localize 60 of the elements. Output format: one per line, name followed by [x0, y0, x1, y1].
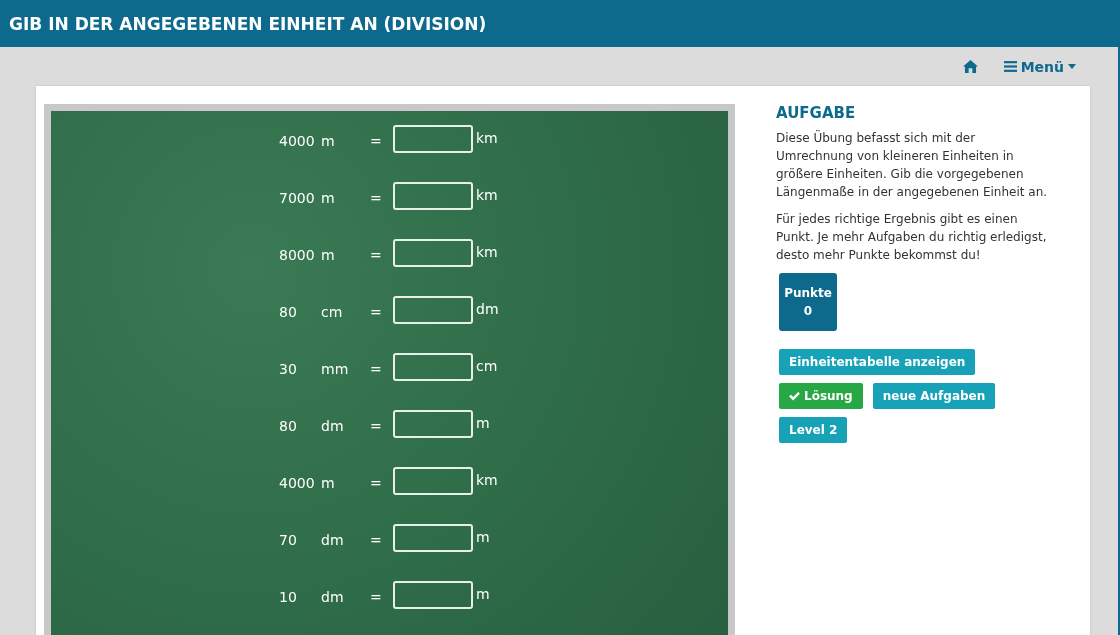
score-value: 0: [803, 304, 813, 318]
number-value: 80: [279, 417, 298, 434]
target-unit-label: km: [476, 186, 498, 203]
unit-label: m: [321, 189, 336, 206]
answer-field[interactable]: [393, 239, 473, 267]
number-value: 4000: [279, 132, 316, 149]
equals-sign: =: [370, 132, 383, 149]
equals-sign: =: [370, 474, 383, 491]
answer-field[interactable]: [393, 524, 473, 552]
page-title: GIB IN DER ANGEGEBENEN EINHEIT AN (DIVISION): [9, 13, 487, 34]
answer-field[interactable]: [393, 581, 473, 609]
equals-sign: =: [370, 588, 383, 605]
action-button[interactable]: neue Aufgaben: [872, 383, 996, 409]
task-heading: AUFGABE: [776, 104, 857, 122]
equals-sign: =: [370, 360, 383, 377]
number-value: 70: [279, 531, 298, 548]
number-value: 8000: [279, 246, 316, 263]
answer-field[interactable]: [393, 125, 473, 153]
number-value: 10: [279, 588, 298, 605]
unit-label: dm: [321, 588, 345, 605]
target-unit-label: km: [476, 471, 498, 488]
equals-sign: =: [370, 246, 383, 263]
target-unit-label: m: [476, 414, 490, 431]
action-button[interactable]: Lösung: [779, 383, 863, 409]
number-value: 30: [279, 360, 298, 377]
target-unit-label: cm: [476, 357, 498, 374]
equals-sign: =: [370, 189, 383, 206]
target-unit-label: m: [476, 528, 490, 545]
action-button[interactable]: Einheitentabelle anzeigen: [779, 349, 976, 375]
unit-label: mm: [321, 360, 350, 377]
menu-icon: [1003, 61, 1017, 72]
score-label: Punkte: [784, 286, 832, 300]
caret-icon: [1068, 64, 1076, 69]
equals-sign: =: [370, 303, 383, 320]
unit-label: m: [321, 246, 336, 263]
target-unit-label: km: [476, 243, 498, 260]
answer-field[interactable]: [393, 467, 473, 495]
unit-label: dm: [321, 417, 345, 434]
menu-button[interactable]: Menü: [1003, 58, 1076, 75]
number-value: 80: [279, 303, 298, 320]
unit-label: cm: [321, 303, 344, 320]
task-text: Diese Übung befasst sich mit der Umrechnung von kleineren Einheiten in größere Einheiten. Gib die vorgegebenen Längenmaße in der angegebenen Einheit an.: [776, 129, 1049, 201]
target-unit-label: km: [476, 129, 498, 146]
equals-sign: =: [370, 417, 383, 434]
answer-field[interactable]: [393, 182, 473, 210]
home-icon[interactable]: [962, 60, 978, 73]
target-unit-label: dm: [476, 300, 499, 317]
task-text: Für jedes richtige Ergebnis gibt es einen Punkt. Je mehr Aufgaben du richtig erledigst, desto mehr Punkte bekommst du!: [776, 211, 1048, 264]
equals-sign: =: [370, 531, 383, 548]
unit-label: dm: [321, 531, 345, 548]
checkmark-icon: [789, 391, 800, 401]
unit-label: m: [321, 474, 336, 491]
number-value: 4000: [279, 474, 316, 491]
unit-label: m: [321, 132, 336, 149]
answer-field[interactable]: [393, 410, 473, 438]
number-value: 7000: [279, 189, 316, 206]
answer-field[interactable]: [393, 353, 473, 381]
action-button[interactable]: Level 2: [779, 417, 848, 443]
answer-field[interactable]: [393, 296, 473, 324]
target-unit-label: m: [476, 585, 490, 602]
